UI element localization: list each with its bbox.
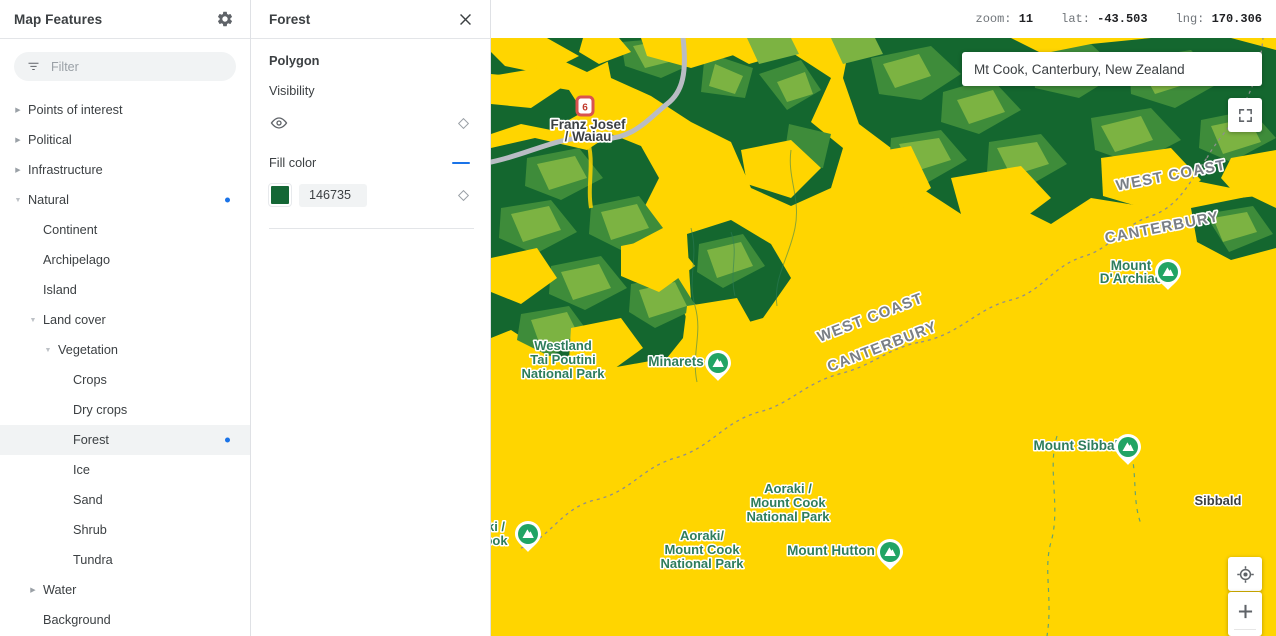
sidebar-item-vegetation[interactable]: ▼ Vegetation xyxy=(0,335,250,365)
sidebar-item-label: Water xyxy=(43,583,77,597)
sidebar-item-political[interactable]: ▶ Political xyxy=(0,125,250,155)
sidebar-item-label: Island xyxy=(43,283,77,297)
chevron-down-icon[interactable]: ▼ xyxy=(42,344,54,356)
feature-detail-panel: Forest Polygon Visibility Fill color 146… xyxy=(251,0,491,636)
sidebar-item-label: Sand xyxy=(73,493,103,507)
lat-readout: lat: -43.503 xyxy=(1061,12,1148,26)
sidebar-item-label: Vegetation xyxy=(58,343,118,357)
page-title: Map Features xyxy=(14,11,103,27)
sidebar-item-archipelago[interactable]: Archipelago xyxy=(0,245,250,275)
sidebar-item-label: Background xyxy=(43,613,111,627)
map-search-box[interactable]: Mt Cook, Canterbury, New Zealand xyxy=(962,52,1262,86)
zoom-readout: zoom: 11 xyxy=(975,12,1034,26)
color-swatch[interactable] xyxy=(268,183,292,207)
sidebar-item-label: Crops xyxy=(73,373,107,387)
map-features-sidebar: Map Features ▶ Points of interest ▶ Politic… xyxy=(0,0,251,636)
color-control: 146735 xyxy=(268,183,367,207)
detail-divider xyxy=(269,228,474,229)
sidebar-item-label: Tundra xyxy=(73,553,113,567)
fullscreen-button[interactable] xyxy=(1228,98,1262,132)
mountain-pin-icon[interactable] xyxy=(1155,259,1181,290)
visibility-label: Visibility xyxy=(269,84,315,98)
sidebar-item-points-of-interest[interactable]: ▶ Points of interest xyxy=(0,95,250,125)
close-icon[interactable] xyxy=(454,8,476,30)
fullscreen-icon xyxy=(1237,107,1254,124)
sidebar-item-ice[interactable]: Ice xyxy=(0,455,250,485)
sidebar-item-label: Natural xyxy=(28,193,69,207)
fill-color-row: 146735 xyxy=(268,182,474,208)
road-shield-label: 6 xyxy=(582,103,588,114)
sidebar-item-label: Points of interest xyxy=(28,103,123,117)
visibility-reset-diamond-icon[interactable] xyxy=(457,117,470,130)
map-marker-layer: 6 xyxy=(515,95,1181,570)
modified-indicator-icon xyxy=(452,161,470,165)
filter-icon xyxy=(26,59,41,74)
section-title: Polygon xyxy=(269,53,320,68)
detail-header: Forest xyxy=(251,0,490,39)
detail-body: Polygon Visibility Fill color 146735 xyxy=(251,39,490,229)
detail-title: Forest xyxy=(269,11,311,27)
chevron-right-icon[interactable]: ▶ xyxy=(12,104,24,116)
sidebar-header: Map Features xyxy=(0,0,250,39)
hex-value-field[interactable]: 146735 xyxy=(299,183,367,207)
my-location-button[interactable] xyxy=(1228,557,1262,591)
chevron-right-icon[interactable]: ▶ xyxy=(12,164,24,176)
map-canvas[interactable]: Franz Josef / Waiau Westland Tai Poutini Nat… xyxy=(491,38,1276,636)
sidebar-item-label: Ice xyxy=(73,463,90,477)
map-search-value: Mt Cook, Canterbury, New Zealand xyxy=(974,61,1185,77)
fill-color-label: Fill color xyxy=(269,156,317,170)
sidebar-item-island[interactable]: Island xyxy=(0,275,250,305)
road-shield: 6 xyxy=(575,95,595,117)
visibility-row xyxy=(269,110,474,136)
sidebar-item-label: Land cover xyxy=(43,313,106,327)
search-input[interactable] xyxy=(51,59,224,74)
fill-color-reset-diamond-icon[interactable] xyxy=(457,189,470,202)
mountain-pin-icon[interactable] xyxy=(515,521,541,552)
sidebar-item-shrub[interactable]: Shrub xyxy=(0,515,250,545)
filter-container xyxy=(0,39,250,91)
sidebar-item-label: Infrastructure xyxy=(28,163,103,177)
chevron-down-icon[interactable]: ▼ xyxy=(12,194,24,206)
crosshair-icon xyxy=(1236,565,1255,584)
gear-icon[interactable] xyxy=(214,8,236,30)
map-style-editor: Map Features ▶ Points of interest ▶ Politic… xyxy=(0,0,1276,636)
sidebar-item-dry-crops[interactable]: Dry crops xyxy=(0,395,250,425)
zoom-in-button[interactable] xyxy=(1228,592,1262,636)
sidebar-item-label: Archipelago xyxy=(43,253,111,267)
modified-dot-indicator xyxy=(225,437,230,443)
filter-box[interactable] xyxy=(14,52,236,81)
fill-color-label-row: Fill color xyxy=(269,156,474,170)
plus-icon xyxy=(1236,602,1255,621)
chevron-right-icon[interactable]: ▶ xyxy=(12,134,24,146)
mountain-pin-icon[interactable] xyxy=(705,350,731,381)
sidebar-item-tundra[interactable]: Tundra xyxy=(0,545,250,575)
sidebar-item-label: Political xyxy=(28,133,72,147)
sidebar-item-continent[interactable]: Continent xyxy=(0,215,250,245)
mountain-pin-icon[interactable] xyxy=(877,539,903,570)
sidebar-item-sand[interactable]: Sand xyxy=(0,485,250,515)
visibility-label-row: Visibility xyxy=(269,84,474,98)
sidebar-item-infrastructure[interactable]: ▶ Infrastructure xyxy=(0,155,250,185)
sidebar-item-label: Shrub xyxy=(73,523,107,537)
sidebar-item-land-cover[interactable]: ▼ Land cover xyxy=(0,305,250,335)
map-area: zoom: 11 lat: -43.503 lng: 170.306 Franz… xyxy=(491,0,1276,636)
sidebar-item-crops[interactable]: Crops xyxy=(0,365,250,395)
eye-icon[interactable] xyxy=(269,113,289,133)
sidebar-item-forest[interactable]: Forest xyxy=(0,425,250,455)
sidebar-item-water[interactable]: ▶ Water xyxy=(0,575,250,605)
lng-readout: lng: 170.306 xyxy=(1175,12,1262,26)
sidebar-item-label: Forest xyxy=(73,433,109,447)
map-coordinate-bar: zoom: 11 lat: -43.503 lng: 170.306 xyxy=(491,0,1276,38)
sidebar-item-label: Dry crops xyxy=(73,403,128,417)
chevron-down-icon[interactable]: ▼ xyxy=(27,314,39,326)
feature-tree: ▶ Points of interest ▶ Political ▶ Infrastruc… xyxy=(0,91,250,636)
modified-dot-indicator xyxy=(225,197,230,203)
sidebar-item-natural[interactable]: ▼ Natural xyxy=(0,185,250,215)
mountain-pin-icon[interactable] xyxy=(1115,434,1141,465)
chevron-right-icon[interactable]: ▶ xyxy=(27,584,39,596)
sidebar-item-background[interactable]: Background xyxy=(0,605,250,635)
sidebar-item-label: Continent xyxy=(43,223,98,237)
